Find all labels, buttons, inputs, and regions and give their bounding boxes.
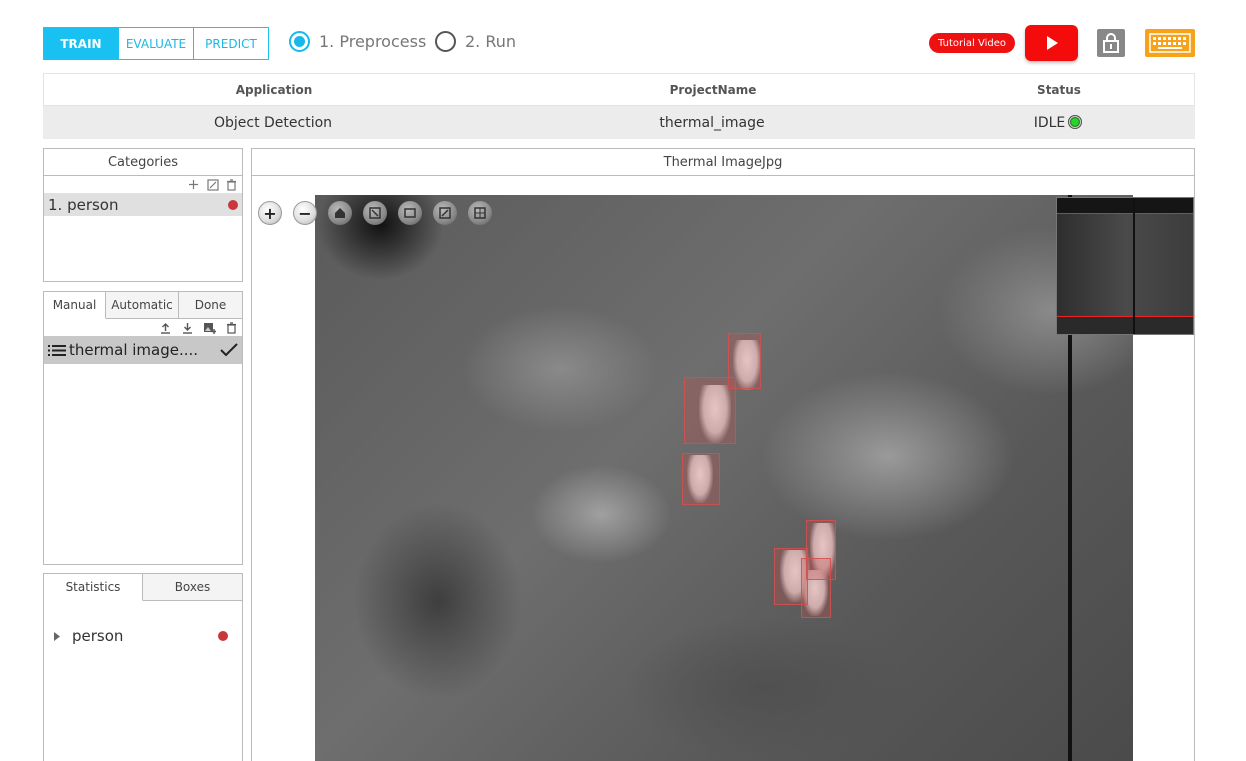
minimap[interactable] xyxy=(1056,197,1194,335)
keyboard-icon xyxy=(1149,33,1191,53)
categories-panel: Categories 1. person xyxy=(43,148,243,282)
minimap-edge xyxy=(1133,198,1135,334)
status-value: IDLE xyxy=(921,114,1195,131)
tab-manual[interactable]: Manual xyxy=(44,292,106,319)
keyboard-button[interactable] xyxy=(1145,29,1195,57)
info-table-header: Application ProjectName Status xyxy=(43,73,1195,106)
tab-done[interactable]: Done xyxy=(179,292,242,318)
download-icon[interactable] xyxy=(181,321,194,334)
status-text: IDLE xyxy=(1033,114,1066,131)
zoom-in-icon[interactable]: + xyxy=(258,201,282,225)
minimap-bottom xyxy=(1057,316,1193,334)
zoom-out-icon[interactable]: − xyxy=(293,201,317,225)
header-application: Application xyxy=(235,82,313,97)
image-list-item[interactable]: thermal image.... xyxy=(44,336,242,364)
image-item-label: thermal image.... xyxy=(69,341,199,359)
tab-predict[interactable]: PREDICT xyxy=(194,27,269,60)
grid-icon[interactable] xyxy=(468,201,492,225)
youtube-button[interactable] xyxy=(1025,25,1078,61)
tab-boxes[interactable]: Boxes xyxy=(143,574,242,600)
stat-item-person[interactable]: person xyxy=(44,627,242,645)
statistics-panel: Statistics Boxes person xyxy=(43,573,243,761)
image-viewer: Thermal ImageJpg + − xyxy=(251,148,1195,761)
statistics-tabs: Statistics Boxes xyxy=(44,574,242,601)
stat-item-label: person xyxy=(72,627,124,645)
step-run[interactable]: 2. Run xyxy=(435,31,516,52)
annotation-box[interactable] xyxy=(684,377,736,444)
upload-icon[interactable] xyxy=(159,321,172,334)
categories-toolbar xyxy=(44,176,242,193)
minimap-viewport-bottom xyxy=(1057,316,1193,317)
trash-icon[interactable] xyxy=(225,178,238,191)
tab-statistics[interactable]: Statistics xyxy=(44,574,143,601)
viewer-title: Thermal ImageJpg xyxy=(252,149,1194,176)
step-run-label: 2. Run xyxy=(465,32,517,51)
fit-icon[interactable] xyxy=(363,201,387,225)
rotate-icon[interactable] xyxy=(433,201,457,225)
step-preprocess-label: 1. Preprocess xyxy=(319,32,427,51)
add-image-icon[interactable] xyxy=(203,321,216,334)
images-panel: Manual Automatic Done thermal image.... xyxy=(43,291,243,565)
fullscreen-icon[interactable] xyxy=(398,201,422,225)
tab-automatic[interactable]: Automatic xyxy=(106,292,179,318)
edit-icon[interactable] xyxy=(206,178,219,191)
home-icon[interactable] xyxy=(328,201,352,225)
category-label: 1. person xyxy=(48,195,119,214)
categories-title: Categories xyxy=(44,149,242,176)
application-value: Object Detection xyxy=(213,114,333,131)
status-indicator-icon xyxy=(1068,114,1083,129)
stat-color-dot xyxy=(218,631,228,641)
trash-icon[interactable] xyxy=(225,321,238,334)
mode-tabs: TRAIN EVALUATE PREDICT xyxy=(43,27,269,60)
radio-unchecked-icon[interactable] xyxy=(435,31,456,52)
play-icon xyxy=(1046,36,1058,50)
thermal-image-canvas[interactable] xyxy=(315,195,1133,761)
tutorial-video-button[interactable]: Tutorial Video xyxy=(929,33,1015,53)
stat-item-left: person xyxy=(54,627,123,645)
caret-right-icon[interactable] xyxy=(54,631,60,641)
minimap-top xyxy=(1057,198,1193,214)
category-color-dot xyxy=(228,199,238,210)
step-preprocess[interactable]: 1. Preprocess xyxy=(289,31,426,52)
tab-train[interactable]: TRAIN xyxy=(43,27,119,60)
minimap-viewport-top xyxy=(1057,213,1193,214)
radio-checked-icon[interactable] xyxy=(289,31,310,52)
category-item-person[interactable]: 1. person xyxy=(44,193,242,216)
annotation-box[interactable] xyxy=(801,558,831,618)
checkmark-icon xyxy=(220,343,238,357)
tab-evaluate[interactable]: EVALUATE xyxy=(119,27,194,60)
images-toolbar xyxy=(44,319,242,336)
annotation-box[interactable] xyxy=(682,453,720,505)
minimap-image xyxy=(1057,214,1193,316)
lock-icon xyxy=(1103,33,1119,53)
header-project-name: ProjectName xyxy=(669,82,757,97)
list-icon xyxy=(48,344,66,356)
info-table-row: Object Detection thermal_image IDLE xyxy=(43,106,1195,139)
add-icon[interactable] xyxy=(187,178,200,191)
header-status: Status xyxy=(1037,82,1081,97)
images-tabs: Manual Automatic Done xyxy=(44,292,242,319)
project-name-value: thermal_image xyxy=(659,114,765,131)
lock-button[interactable] xyxy=(1097,29,1125,57)
image-item-left: thermal image.... xyxy=(48,341,198,359)
